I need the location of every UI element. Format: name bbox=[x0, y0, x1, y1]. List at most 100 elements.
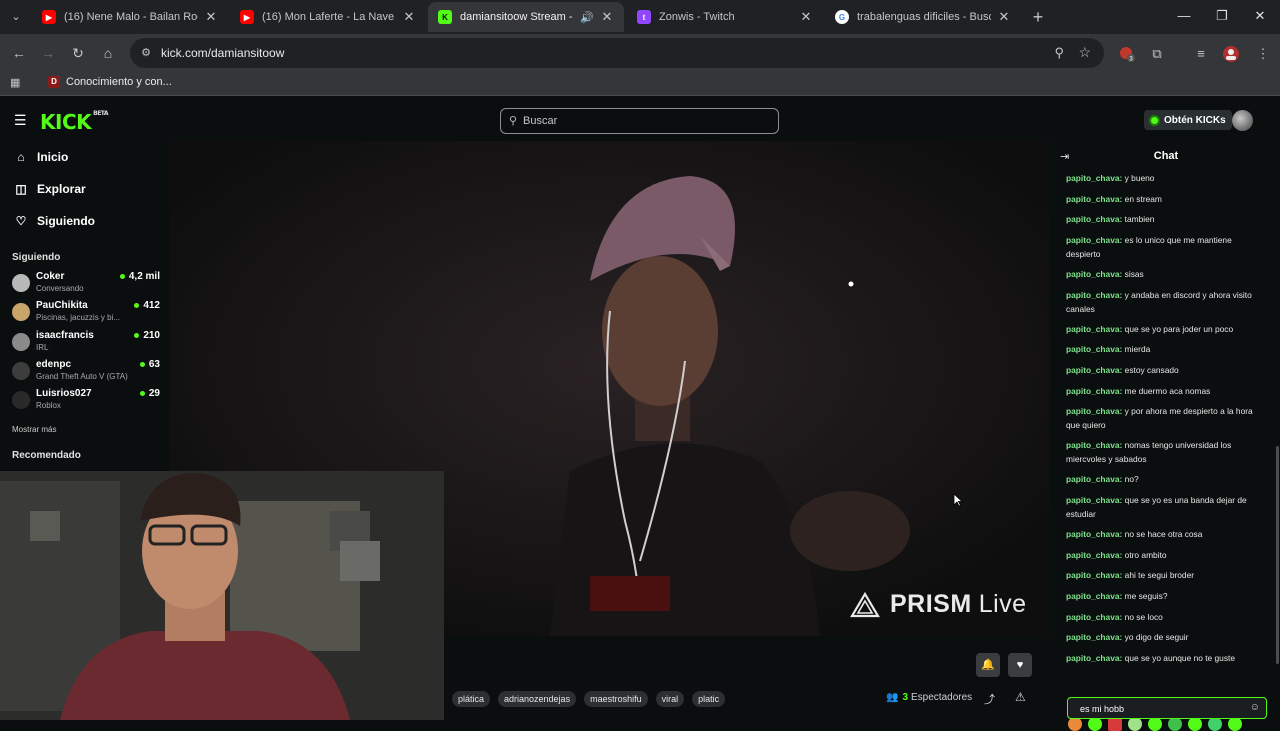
tab-close-icon[interactable]: ✕ bbox=[600, 9, 614, 25]
emoji-picker-icon[interactable]: ☺ bbox=[1250, 702, 1260, 713]
emote-icon[interactable] bbox=[1228, 717, 1242, 731]
speaker-icon[interactable]: 🔊 bbox=[580, 11, 594, 24]
chat-username[interactable]: papito_chava bbox=[1066, 344, 1120, 354]
following-channel[interactable]: Luisrios027 Roblox 29 bbox=[12, 388, 160, 414]
bookmark-item[interactable]: D Conocimiento y con... bbox=[48, 76, 172, 88]
search-input[interactable] bbox=[523, 112, 763, 130]
emote-icon[interactable] bbox=[1188, 717, 1202, 731]
url-text[interactable]: kick.com/damiansitoow bbox=[161, 46, 284, 60]
search-bar[interactable]: ⚲ bbox=[500, 108, 779, 134]
chat-username[interactable]: papito_chava bbox=[1066, 365, 1120, 375]
chat-message: papito_chava: y andaba en discord y ahor… bbox=[1066, 288, 1266, 316]
chat-username[interactable]: papito_chava bbox=[1066, 612, 1120, 622]
chat-username[interactable]: papito_chava bbox=[1066, 235, 1120, 245]
chat-username[interactable]: papito_chava bbox=[1066, 653, 1120, 663]
following-channel[interactable]: PauChikita Piscinas, jacuzzis y bi... 41… bbox=[12, 300, 160, 326]
emote-icon[interactable] bbox=[1108, 717, 1122, 731]
follow-heart-button[interactable]: ♥ bbox=[1008, 653, 1032, 677]
emote-icon[interactable] bbox=[1168, 717, 1182, 731]
stream-tag[interactable]: platic bbox=[692, 691, 726, 707]
emote-icon[interactable] bbox=[1128, 717, 1142, 731]
chat-username[interactable]: papito_chava bbox=[1066, 214, 1120, 224]
emote-icon[interactable] bbox=[1068, 717, 1082, 731]
extension-icon[interactable]: 3 bbox=[1118, 45, 1136, 63]
following-channel[interactable]: edenpc Grand Theft Auto V (GTA) 63 bbox=[12, 359, 160, 385]
reload-icon[interactable]: ↻ bbox=[68, 44, 88, 62]
show-more-link[interactable]: Mostrar más bbox=[12, 425, 56, 434]
stream-tag[interactable]: adrianozendejas bbox=[498, 691, 577, 707]
live-viewer-count: 4,2 mil bbox=[119, 271, 160, 282]
mouse-cursor-icon bbox=[953, 493, 963, 507]
new-tab-icon[interactable]: + bbox=[1028, 7, 1048, 27]
chat-username[interactable]: papito_chava bbox=[1066, 269, 1120, 279]
emote-icon[interactable] bbox=[1208, 717, 1222, 731]
chat-message: papito_chava: y bueno bbox=[1066, 171, 1266, 185]
report-warning-icon[interactable]: ⚠ bbox=[1015, 690, 1026, 704]
profile-avatar-icon[interactable] bbox=[1222, 45, 1240, 63]
chat-input-box[interactable]: ☺ bbox=[1067, 697, 1267, 719]
stream-tag[interactable]: maestroshifu bbox=[584, 691, 648, 707]
chat-scrollbar[interactable] bbox=[1276, 446, 1279, 664]
site-info-icon[interactable]: ⚙ bbox=[139, 46, 153, 60]
chat-username[interactable]: papito_chava bbox=[1066, 474, 1120, 484]
stream-tag[interactable]: viral bbox=[655, 691, 685, 707]
media-control-icon[interactable]: ≡ bbox=[1192, 45, 1210, 63]
home-icon[interactable]: ⌂ bbox=[98, 44, 118, 62]
chat-username[interactable]: papito_chava bbox=[1066, 529, 1120, 539]
chat-username[interactable]: papito_chava bbox=[1066, 173, 1120, 183]
maximize-icon[interactable]: ❐ bbox=[1208, 8, 1236, 24]
tab-close-icon[interactable]: ✕ bbox=[997, 9, 1011, 25]
following-channel[interactable]: isaacfrancis IRL 210 bbox=[12, 330, 160, 356]
following-channel[interactable]: Coker Conversando 4,2 mil bbox=[12, 271, 160, 297]
window-close-icon[interactable]: ✕ bbox=[1246, 8, 1274, 24]
forward-arrow-icon[interactable]: → bbox=[38, 44, 58, 62]
viewers-people-icon: 👥 bbox=[886, 692, 899, 703]
chat-username[interactable]: papito_chava bbox=[1066, 495, 1120, 505]
chat-username[interactable]: papito_chava bbox=[1066, 194, 1120, 204]
tab-close-icon[interactable]: ✕ bbox=[799, 9, 813, 25]
chat-username[interactable]: papito_chava bbox=[1066, 632, 1120, 642]
tab-title: (16) Mon Laferte - La Nave del bbox=[262, 11, 396, 23]
zoom-icon[interactable]: ⚲ bbox=[1054, 45, 1064, 61]
sidebar-item-inicio[interactable]: ⌂ Inicio bbox=[14, 150, 68, 164]
chat-username[interactable]: papito_chava bbox=[1066, 550, 1120, 560]
tab-search-chevron-icon[interactable]: ⌄ bbox=[6, 8, 26, 26]
chat-username[interactable]: papito_chava bbox=[1066, 290, 1120, 300]
kick-app: ☰ KICKBETA ⚲ Obtén KICKs ⌂ Inicio ◫ Expl… bbox=[0, 101, 1280, 731]
channel-name: PauChikita bbox=[36, 300, 88, 311]
get-kicks-button[interactable]: Obtén KICKs bbox=[1144, 110, 1232, 130]
notification-bell-button[interactable]: 🔔 bbox=[976, 653, 1000, 677]
browser-tab-5[interactable]: G trabalenguas dificiles - Buscar ✕ bbox=[825, 2, 1021, 32]
puzzle-extensions-icon[interactable]: ⧉ bbox=[1148, 45, 1166, 63]
apps-grid-icon[interactable]: ▦ bbox=[10, 77, 22, 89]
sidebar-item-explorar[interactable]: ◫ Explorar bbox=[14, 182, 85, 196]
chat-username[interactable]: papito_chava bbox=[1066, 406, 1120, 416]
browser-tab-1[interactable]: ▶ (16) Nene Malo - Bailan Rochas ✕ bbox=[32, 2, 228, 32]
bookmark-star-icon[interactable]: ☆ bbox=[1078, 44, 1091, 61]
minimize-icon[interactable]: — bbox=[1170, 8, 1198, 23]
tab-close-icon[interactable]: ✕ bbox=[402, 9, 416, 25]
chat-username[interactable]: papito_chava bbox=[1066, 570, 1120, 580]
browser-tab-active[interactable]: K damiansitoow Stream - Wa 🔊 ✕ bbox=[428, 2, 624, 32]
browser-tab-2[interactable]: ▶ (16) Mon Laferte - La Nave del ✕ bbox=[230, 2, 426, 32]
chat-username[interactable]: papito_chava bbox=[1066, 591, 1120, 601]
chat-username[interactable]: papito_chava bbox=[1066, 324, 1120, 334]
chat-username[interactable]: papito_chava bbox=[1066, 386, 1120, 396]
share-icon[interactable]: ⤴ bbox=[984, 691, 995, 707]
browser-tab-4[interactable]: t Zonwis - Twitch ✕ bbox=[627, 2, 823, 32]
kick-logo[interactable]: KICK BETA bbox=[40, 110, 109, 134]
back-arrow-icon[interactable]: ← bbox=[9, 44, 29, 62]
kebab-menu-icon[interactable]: ⋮ bbox=[1254, 45, 1272, 63]
live-dot-icon bbox=[139, 391, 145, 396]
stream-tag[interactable]: plática bbox=[452, 691, 491, 707]
chat-message-input[interactable] bbox=[1080, 702, 1240, 716]
emote-icon[interactable] bbox=[1148, 717, 1162, 731]
emote-icon[interactable] bbox=[1088, 717, 1102, 731]
address-bar[interactable]: ⚙ kick.com/damiansitoow ⚲ ☆ bbox=[130, 38, 1104, 68]
chat-title: Chat bbox=[1153, 150, 1179, 162]
chat-username[interactable]: papito_chava bbox=[1066, 440, 1120, 450]
sidebar-item-siguiendo[interactable]: ♡ Siguiendo bbox=[14, 214, 95, 228]
tab-close-icon[interactable]: ✕ bbox=[204, 9, 218, 25]
hamburger-menu-icon[interactable]: ☰ bbox=[14, 113, 28, 127]
user-avatar[interactable] bbox=[1232, 110, 1253, 131]
